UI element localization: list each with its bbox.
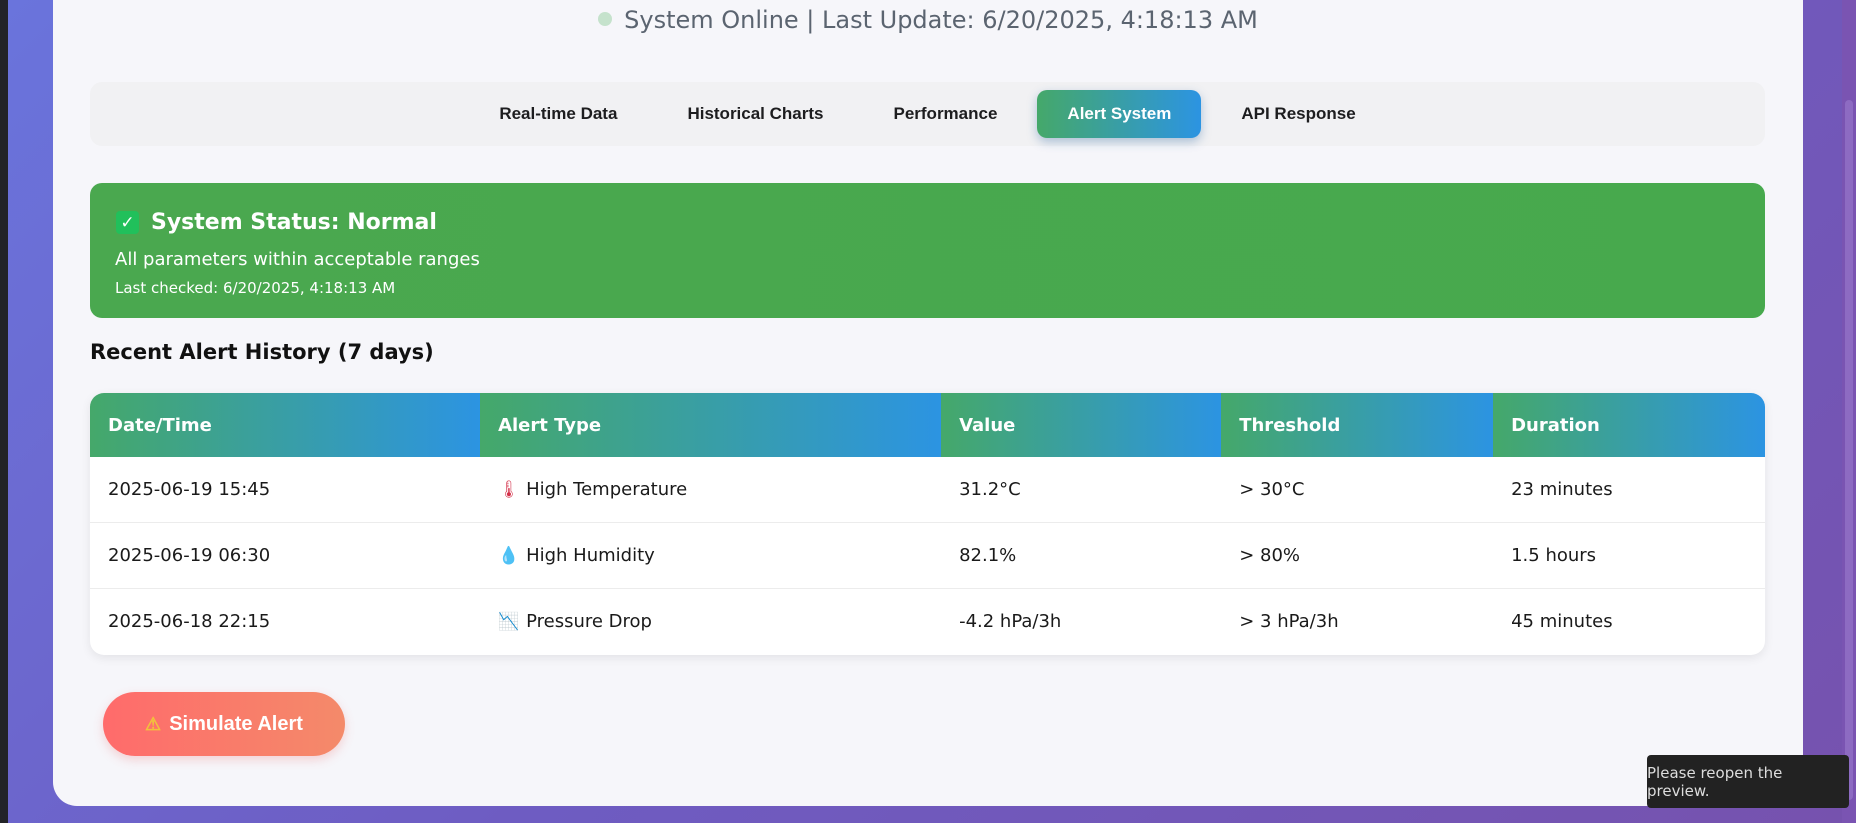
cell-value: 82.1% [941, 522, 1222, 589]
chart-decreasing-icon: 📉 [498, 612, 520, 632]
scrollbar-thumb[interactable] [1845, 100, 1853, 800]
tab-performance[interactable]: Performance [863, 90, 1027, 138]
alert-type-label: High Humidity [526, 545, 655, 566]
cell-alert-type: 💧 High Humidity [480, 522, 942, 589]
tab-bar: Real-time Data Historical Charts Perform… [90, 82, 1765, 146]
cell-duration: 23 minutes [1493, 457, 1765, 523]
system-status-text: System Online | Last Update: 6/20/2025, … [624, 6, 1258, 34]
cell-value: 31.2°C [941, 457, 1222, 523]
column-header-threshold: Threshold [1221, 393, 1494, 457]
page-scrollbar[interactable] [1842, 0, 1856, 823]
cell-threshold: > 3 hPa/3h [1239, 611, 1339, 632]
table-row: 2025-06-18 22:15 📉 Pressure Drop -4.2 hPa… [90, 589, 1765, 655]
cell-alert-type: 📉 Pressure Drop [480, 589, 941, 655]
reopen-preview-toast: Please reopen the preview. [1647, 755, 1849, 808]
tab-api-response[interactable]: API Response [1211, 90, 1385, 138]
status-title-text: System Status: Normal [151, 210, 437, 235]
status-card-title: ✓ System Status: Normal [116, 210, 437, 235]
thermometer-icon: 🌡 [498, 480, 520, 500]
alert-history-title: Recent Alert History (7 days) [90, 340, 434, 364]
simulate-alert-label: Simulate Alert [169, 712, 303, 735]
tab-realtime-data[interactable]: Real-time Data [469, 90, 647, 138]
tab-alert-system[interactable]: Alert System [1037, 90, 1202, 138]
droplet-icon: 💧 [498, 546, 520, 566]
check-icon: ✓ [116, 211, 139, 234]
cell-datetime: 2025-06-18 22:15 [108, 611, 271, 632]
column-header-value: Value [941, 393, 1222, 457]
system-status-card: ✓ System Status: Normal All parameters w… [90, 183, 1765, 318]
table-row: 2025-06-19 06:30 💧 High Humidity 82.1% > … [90, 522, 1765, 589]
online-indicator-icon [598, 12, 613, 26]
system-status-line: System Online | Last Update: 6/20/2025, … [53, 6, 1803, 34]
status-last-checked: Last checked: 6/20/2025, 4:18:13 AM [115, 279, 396, 297]
dashboard-container: System Online | Last Update: 6/20/2025, … [53, 0, 1803, 806]
warning-icon: ⚠ [145, 713, 162, 734]
column-header-duration: Duration [1493, 393, 1765, 457]
simulate-alert-button[interactable]: ⚠ Simulate Alert [103, 692, 345, 756]
alert-type-label: High Temperature [526, 479, 688, 500]
column-header-datetime: Date/Time [90, 393, 481, 457]
tab-historical-charts[interactable]: Historical Charts [657, 90, 853, 138]
cell-threshold: > 80% [1221, 522, 1494, 589]
cell-alert-type: 🌡 High Temperature [480, 457, 942, 523]
cell-duration: 45 minutes [1511, 611, 1613, 632]
table-header-row: Date/Time Alert Type Value Threshold Dur… [90, 393, 1765, 457]
cell-duration: 1.5 hours [1493, 522, 1765, 589]
cell-datetime: 2025-06-19 06:30 [90, 522, 481, 589]
cell-datetime: 2025-06-19 15:45 [90, 457, 481, 523]
alert-type-label: Pressure Drop [526, 611, 652, 632]
cell-threshold: > 30°C [1221, 457, 1494, 523]
cell-value: -4.2 hPa/3h [959, 611, 1062, 632]
alert-history-table: Date/Time Alert Type Value Threshold Dur… [90, 393, 1765, 655]
table-row: 2025-06-19 15:45 🌡 High Temperature 31.2°… [90, 457, 1765, 523]
column-header-alert-type: Alert Type [480, 393, 942, 457]
status-card-subtitle: All parameters within acceptable ranges [115, 249, 480, 270]
window-edge [0, 0, 8, 823]
